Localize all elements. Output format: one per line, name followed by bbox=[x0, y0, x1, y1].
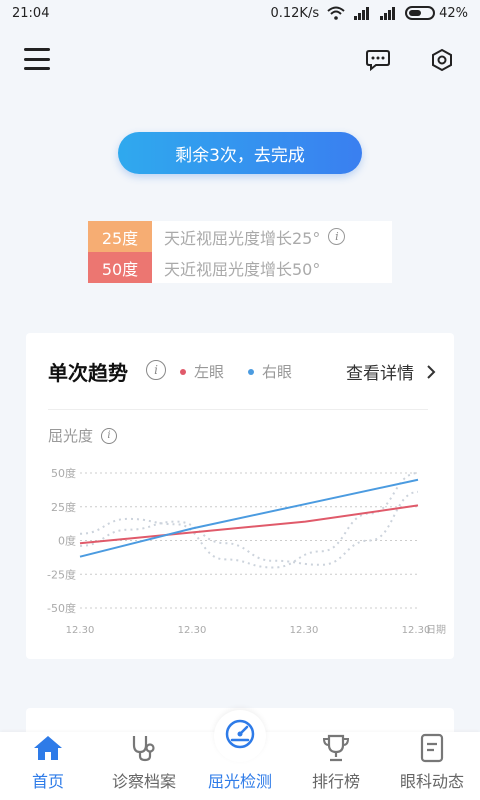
home-icon bbox=[30, 732, 66, 764]
series-line bbox=[79, 504, 419, 545]
battery-indicator: 42% bbox=[405, 6, 468, 21]
trend-title: 单次趋势 bbox=[48, 361, 128, 385]
network-speed: 0.12K/s bbox=[270, 5, 320, 21]
trend-info-icon[interactable]: i bbox=[146, 360, 166, 380]
nav-center-bubble bbox=[214, 710, 266, 762]
y-axis-info-icon[interactable]: i bbox=[101, 427, 118, 444]
view-details-label: 查看详情 bbox=[346, 364, 414, 384]
left-eye-dot bbox=[180, 368, 186, 375]
y-axis-title: 屈光度 i bbox=[48, 425, 118, 446]
nav-records-label: 诊察档案 bbox=[111, 772, 176, 791]
x-axis-unit: 日期 bbox=[426, 624, 446, 636]
menu-icon[interactable] bbox=[24, 48, 50, 70]
signal-icon-2 bbox=[380, 6, 396, 20]
legend-right-eye: 右眼 bbox=[248, 361, 292, 382]
nav-refraction-test[interactable]: 屈光检测 bbox=[192, 710, 288, 800]
legend-row-25: 25度 天近视屈光度增长25° i bbox=[88, 221, 392, 252]
x-tick-label: 12.30 bbox=[178, 625, 207, 636]
reference-curve bbox=[79, 472, 419, 569]
top-bar bbox=[0, 38, 480, 82]
y-axis-title-text: 屈光度 bbox=[48, 427, 94, 445]
y-tick-label: 50度 bbox=[51, 466, 76, 480]
refraction-chart: 50度25度0度-25度-50度12.30 12.30 12.30 12.30日期 bbox=[47, 466, 446, 636]
growth-legend: 25度 天近视屈光度增长25° i 50度 天近视屈光度增长50° bbox=[88, 221, 392, 283]
y-tick-label: 0度 bbox=[58, 534, 76, 548]
view-details-link[interactable]: 查看详情 bbox=[346, 359, 436, 384]
chevron-right-icon bbox=[427, 364, 436, 379]
bottom-nav: 首页 诊察档案 屈光检测 排行榜 眼科动态 bbox=[0, 710, 480, 800]
remaining-tests-button[interactable]: 剩余3次，去完成 bbox=[118, 132, 362, 174]
x-tick-label: 12.30 bbox=[66, 625, 95, 636]
status-bar: 21:04 0.12K/s 42% bbox=[0, 0, 480, 26]
series-line bbox=[79, 478, 419, 558]
legend-left-eye: 左眼 bbox=[180, 361, 224, 382]
battery-level: 42% bbox=[439, 5, 468, 21]
left-eye-label: 左眼 bbox=[194, 363, 225, 381]
nav-ranking[interactable]: 排行榜 bbox=[288, 732, 384, 800]
trend-card-header: 单次趋势 i 左眼 右眼 查看详情 bbox=[26, 333, 454, 409]
chat-icon[interactable] bbox=[364, 46, 392, 74]
status-right: 0.12K/s 42% bbox=[270, 6, 468, 21]
legend-tag-25: 25度 bbox=[88, 221, 152, 252]
legend-text-50: 天近视屈光度增长50° bbox=[164, 259, 321, 279]
nav-news-label: 眼科动态 bbox=[399, 772, 464, 791]
stethoscope-icon bbox=[126, 732, 162, 764]
y-tick-label: 25度 bbox=[51, 500, 76, 514]
legend-row-50: 50度 天近视屈光度增长50° bbox=[88, 252, 392, 283]
signal-icon bbox=[354, 6, 370, 20]
nav-home-label: 首页 bbox=[31, 772, 64, 791]
y-tick-label: -50度 bbox=[47, 601, 76, 615]
y-tick-label: -25度 bbox=[47, 567, 76, 581]
x-tick-label: 12.30 bbox=[290, 625, 319, 636]
document-icon bbox=[414, 732, 450, 764]
trend-card: 单次趋势 i 左眼 右眼 查看详情 屈光度 i 50度 25度 0度 -25度 -50度… bbox=[26, 333, 454, 659]
header-divider bbox=[48, 409, 428, 410]
info-icon[interactable]: i bbox=[328, 228, 346, 245]
right-eye-label: 右眼 bbox=[262, 363, 293, 381]
battery-icon bbox=[405, 6, 436, 20]
wifi-icon bbox=[327, 6, 345, 20]
nav-eye-news[interactable]: 眼科动态 bbox=[384, 732, 480, 800]
nav-ranking-label: 排行榜 bbox=[311, 772, 360, 791]
trophy-icon bbox=[318, 732, 354, 764]
reference-curve bbox=[79, 490, 419, 566]
gauge-icon bbox=[223, 717, 257, 755]
legend-text-25: 天近视屈光度增长25° bbox=[164, 228, 321, 248]
legend-tag-50: 50度 bbox=[88, 252, 152, 283]
nav-records[interactable]: 诊察档案 bbox=[96, 732, 192, 800]
nav-refraction-label: 屈光检测 bbox=[207, 772, 272, 791]
settings-hexagon-icon[interactable] bbox=[428, 46, 456, 74]
right-eye-dot bbox=[248, 368, 254, 375]
status-time: 21:04 bbox=[12, 5, 50, 21]
nav-home[interactable]: 首页 bbox=[0, 732, 96, 800]
